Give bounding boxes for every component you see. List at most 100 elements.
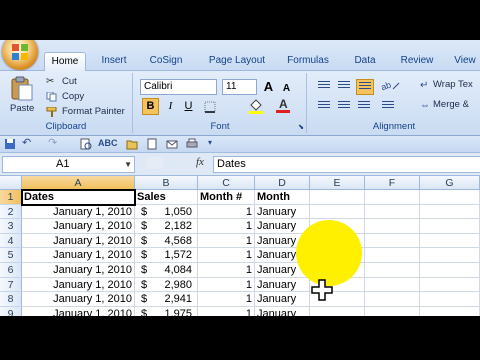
tab-insert[interactable]: Insert xyxy=(96,52,132,70)
cell-g[interactable] xyxy=(420,277,480,293)
column-header-b[interactable]: B xyxy=(135,176,198,190)
cell-g[interactable] xyxy=(420,190,480,205)
cell-c[interactable]: 1 xyxy=(198,306,255,316)
font-name-select[interactable]: Calibri xyxy=(140,79,217,95)
cell-d[interactable]: January xyxy=(255,277,310,293)
customize-qat-icon[interactable]: ▾ xyxy=(208,138,220,150)
cell-a[interactable]: January 1, 2010 xyxy=(22,292,135,307)
cell-c[interactable]: 1 xyxy=(198,219,255,234)
column-header-g[interactable]: G xyxy=(420,176,480,190)
cell-e[interactable] xyxy=(310,204,365,220)
align-top-button[interactable] xyxy=(316,79,332,93)
cell-b[interactable]: $2,941 xyxy=(135,292,198,307)
cell-f[interactable] xyxy=(365,263,420,278)
cell-b[interactable]: $1,050 xyxy=(135,204,198,220)
cell-b[interactable]: Sales xyxy=(135,190,198,205)
cell-b[interactable]: $2,980 xyxy=(135,277,198,293)
fx-icon[interactable]: fx xyxy=(196,156,204,168)
paste-button[interactable]: Paste xyxy=(6,75,38,119)
cell-a[interactable]: January 1, 2010 xyxy=(22,277,135,293)
cell-a[interactable]: January 1, 2010 xyxy=(22,248,135,263)
name-box[interactable]: A1 ▼ xyxy=(2,156,135,173)
tab-home[interactable]: Home xyxy=(44,52,86,71)
row-header[interactable]: 9 xyxy=(0,306,22,316)
row-header[interactable]: 2 xyxy=(0,204,22,220)
cell-g[interactable] xyxy=(420,219,480,234)
cell-a[interactable]: January 1, 2010 xyxy=(22,204,135,220)
tab-data[interactable]: Data xyxy=(348,52,382,70)
cell-g[interactable] xyxy=(420,204,480,220)
cell-f[interactable] xyxy=(365,190,420,205)
print-preview-icon[interactable] xyxy=(80,138,92,150)
cell-b[interactable]: $2,182 xyxy=(135,219,198,234)
row-header[interactable]: 6 xyxy=(0,263,22,278)
font-dialog-launcher-icon[interactable]: ⬊ xyxy=(298,123,304,131)
cell-a[interactable]: Dates xyxy=(22,190,135,205)
row-header[interactable]: 5 xyxy=(0,248,22,263)
cell-a[interactable]: January 1, 2010 xyxy=(22,219,135,234)
column-header-f[interactable]: F xyxy=(365,176,420,190)
column-header-c[interactable]: C xyxy=(198,176,255,190)
cell-c[interactable]: 1 xyxy=(198,248,255,263)
cell-e[interactable] xyxy=(310,190,365,205)
redo-icon[interactable]: ↷ xyxy=(48,138,60,150)
cell-f[interactable] xyxy=(365,292,420,307)
cell-d[interactable]: Month xyxy=(255,190,310,205)
undo-icon[interactable]: ↶ xyxy=(22,138,34,150)
bold-button[interactable]: B xyxy=(142,98,159,115)
cell-d[interactable]: January xyxy=(255,292,310,307)
align-bottom-button[interactable] xyxy=(356,79,374,95)
cell-d[interactable]: January xyxy=(255,219,310,234)
cell-c[interactable]: 1 xyxy=(198,263,255,278)
cell-b[interactable]: $4,568 xyxy=(135,233,198,249)
email-icon[interactable] xyxy=(166,138,178,150)
italic-button[interactable]: I xyxy=(162,98,179,115)
tab-page-layout[interactable]: Page Layout xyxy=(204,52,270,70)
tab-formulas[interactable]: Formulas xyxy=(282,52,334,70)
cell-a[interactable]: January 1, 2010 xyxy=(22,306,135,316)
font-color-button[interactable]: A xyxy=(276,97,292,114)
cell-f[interactable] xyxy=(365,277,420,293)
copy-button[interactable]: Copy xyxy=(46,91,106,104)
merge-center-button[interactable]: ⇔ Merge & xyxy=(420,99,480,113)
select-all-corner[interactable] xyxy=(0,176,22,190)
cell-e[interactable] xyxy=(310,306,365,316)
cell-b[interactable]: $1,975 xyxy=(135,306,198,316)
column-header-d[interactable]: D xyxy=(255,176,310,190)
underline-button[interactable]: U xyxy=(180,98,197,115)
decrease-indent-button[interactable] xyxy=(380,99,396,113)
cell-b[interactable]: $4,084 xyxy=(135,263,198,278)
row-header[interactable]: 1 xyxy=(0,190,22,205)
cell-g[interactable] xyxy=(420,233,480,249)
column-header-e[interactable]: E xyxy=(310,176,365,190)
tab-view[interactable]: View xyxy=(450,52,480,70)
open-icon[interactable] xyxy=(126,138,138,150)
format-painter-button[interactable]: Format Painter xyxy=(46,106,130,119)
fill-color-button[interactable] xyxy=(248,98,266,114)
cell-c[interactable]: 1 xyxy=(198,277,255,293)
cell-g[interactable] xyxy=(420,306,480,316)
cell-f[interactable] xyxy=(365,219,420,234)
font-size-select[interactable]: 11 xyxy=(222,79,257,95)
cell-f[interactable] xyxy=(365,248,420,263)
row-header[interactable]: 4 xyxy=(0,233,22,249)
formula-input[interactable]: Dates xyxy=(213,156,480,173)
cell-a[interactable]: January 1, 2010 xyxy=(22,263,135,278)
chevron-down-icon[interactable]: ▼ xyxy=(124,157,132,172)
cell-g[interactable] xyxy=(420,263,480,278)
cell-f[interactable] xyxy=(365,233,420,249)
cell-c[interactable]: 1 xyxy=(198,233,255,249)
new-icon[interactable] xyxy=(146,138,158,150)
cell-f[interactable] xyxy=(365,204,420,220)
row-header[interactable]: 7 xyxy=(0,277,22,293)
column-header-a[interactable]: A xyxy=(22,176,135,190)
office-button[interactable] xyxy=(2,40,38,70)
borders-button[interactable] xyxy=(204,100,218,113)
cell-c[interactable]: 1 xyxy=(198,292,255,307)
shrink-font-button[interactable]: A xyxy=(278,80,295,97)
tab-cosign[interactable]: CoSign xyxy=(144,52,188,70)
align-left-button[interactable] xyxy=(316,99,332,113)
align-right-button[interactable] xyxy=(356,99,372,113)
quick-print-icon[interactable] xyxy=(186,138,198,150)
spelling-icon[interactable]: ABC xyxy=(98,138,118,150)
